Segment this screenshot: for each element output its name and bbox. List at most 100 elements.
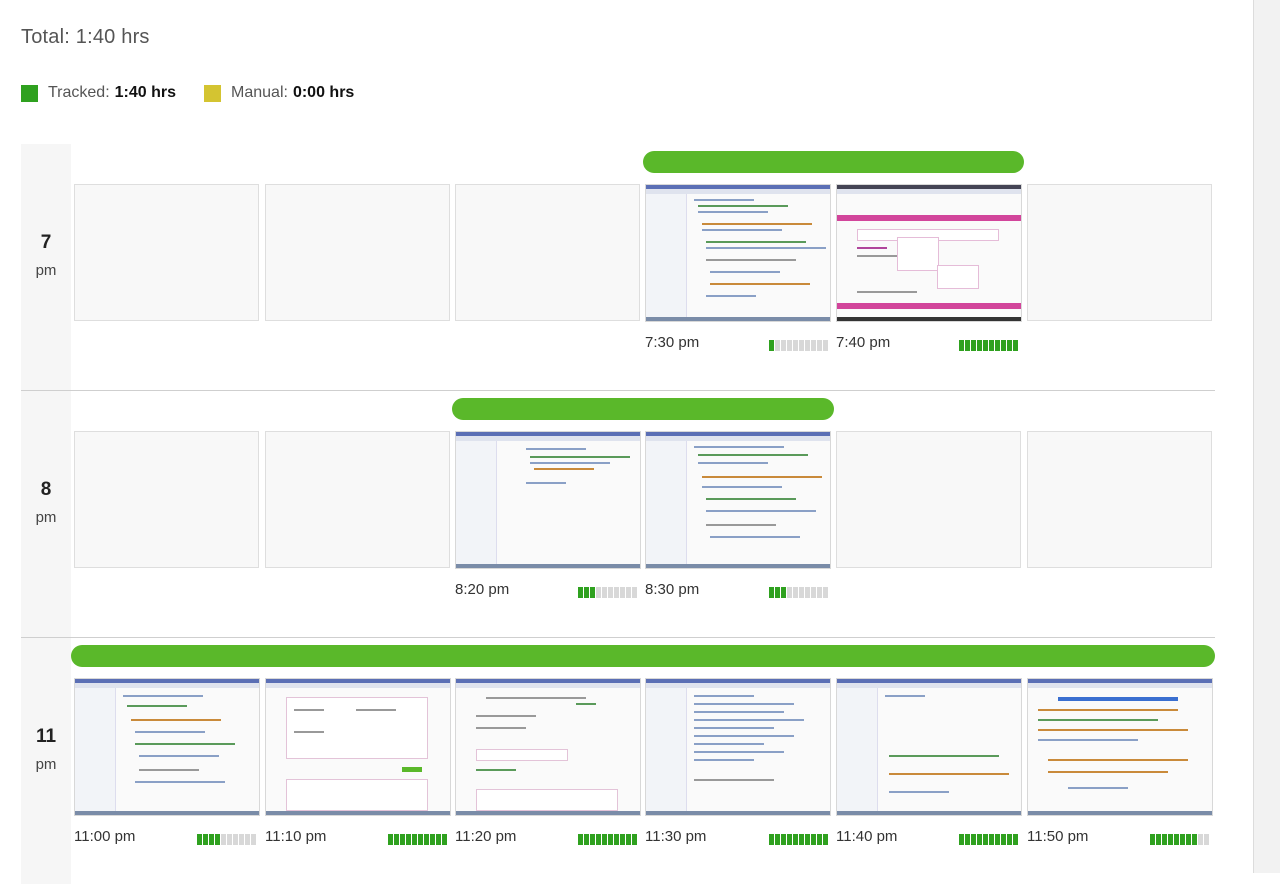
screenshot-thumbnail[interactable] bbox=[455, 678, 641, 816]
activity-segment bbox=[805, 587, 810, 598]
activity-meter bbox=[197, 834, 257, 845]
activity-segment bbox=[769, 834, 774, 845]
screenshot-time: 11:50 pm bbox=[1027, 828, 1089, 845]
screenshot-time: 11:40 pm bbox=[836, 828, 898, 845]
activity-segment bbox=[983, 340, 988, 351]
activity-segment bbox=[209, 834, 214, 845]
activity-segment bbox=[989, 834, 994, 845]
screenshot-thumbnail[interactable] bbox=[836, 184, 1022, 322]
screenshot-thumbnail[interactable] bbox=[74, 678, 260, 816]
activity-segment bbox=[233, 834, 238, 845]
activity-segment bbox=[626, 587, 631, 598]
legend-tracked: Tracked: 1:40 hrs bbox=[21, 84, 176, 102]
activity-segment bbox=[1168, 834, 1173, 845]
empty-slot bbox=[1027, 184, 1212, 321]
activity-segment bbox=[221, 834, 226, 845]
hour-number: 7 bbox=[40, 232, 52, 253]
activity-segment bbox=[215, 834, 220, 845]
activity-segment bbox=[590, 834, 595, 845]
total-hours: Total: 1:40 hrs bbox=[21, 26, 150, 48]
activity-meter bbox=[578, 834, 638, 845]
activity-segment bbox=[817, 340, 822, 351]
screenshot-thumbnail[interactable] bbox=[1027, 678, 1213, 816]
screenshot-time: 7:40 pm bbox=[836, 334, 891, 351]
activity-segment bbox=[1162, 834, 1167, 845]
activity-segment bbox=[1007, 340, 1012, 351]
activity-segment bbox=[1007, 834, 1012, 845]
empty-slot bbox=[265, 184, 450, 321]
activity-segment bbox=[977, 834, 982, 845]
hour-label: 11 pm bbox=[21, 638, 71, 884]
activity-segment bbox=[1186, 834, 1191, 845]
legend: Tracked: 1:40 hrs Manual: 0:00 hrs bbox=[21, 83, 382, 103]
activity-segment bbox=[620, 587, 625, 598]
activity-segment bbox=[769, 587, 774, 598]
activity-segment bbox=[388, 834, 393, 845]
screenshot-time: 11:30 pm bbox=[645, 828, 707, 845]
activity-segment bbox=[436, 834, 441, 845]
activity-segment bbox=[1001, 834, 1006, 845]
empty-slot bbox=[836, 431, 1021, 568]
activity-segment bbox=[1198, 834, 1203, 845]
hour-label: 8 pm bbox=[21, 391, 71, 637]
activity-segment bbox=[614, 587, 619, 598]
activity-segment bbox=[418, 834, 423, 845]
activity-segment bbox=[769, 340, 774, 351]
activity-segment bbox=[197, 834, 202, 845]
screenshot-thumbnail[interactable] bbox=[265, 678, 451, 816]
empty-slot bbox=[1027, 431, 1212, 568]
activity-segment bbox=[787, 340, 792, 351]
activity-segment bbox=[799, 340, 804, 351]
hour-ampm: pm bbox=[35, 756, 57, 773]
activity-segment bbox=[965, 834, 970, 845]
activity-meter bbox=[769, 587, 829, 598]
activity-meter bbox=[769, 834, 829, 845]
screenshot-time: 11:20 pm bbox=[455, 828, 517, 845]
activity-segment bbox=[578, 587, 583, 598]
activity-segment bbox=[781, 340, 786, 351]
activity-segment bbox=[239, 834, 244, 845]
activity-segment bbox=[251, 834, 256, 845]
activity-segment bbox=[394, 834, 399, 845]
activity-segment bbox=[442, 834, 447, 845]
screenshot-thumbnail[interactable] bbox=[645, 678, 831, 816]
hour-number: 11 bbox=[35, 726, 57, 747]
right-side-panel bbox=[1253, 0, 1280, 873]
activity-segment bbox=[1150, 834, 1155, 845]
activity-meter bbox=[959, 340, 1019, 351]
tracked-time-bar[interactable] bbox=[71, 645, 1215, 667]
activity-segment bbox=[608, 587, 613, 598]
activity-segment bbox=[602, 587, 607, 598]
screenshot-thumbnail[interactable] bbox=[836, 678, 1022, 816]
activity-segment bbox=[1174, 834, 1179, 845]
activity-segment bbox=[805, 340, 810, 351]
activity-segment bbox=[578, 834, 583, 845]
tracked-time-bar[interactable] bbox=[452, 398, 834, 420]
screenshot-thumbnail[interactable] bbox=[455, 431, 641, 569]
tracked-label: Tracked: bbox=[48, 84, 110, 101]
activity-segment bbox=[793, 587, 798, 598]
tracked-swatch bbox=[21, 84, 38, 102]
activity-segment bbox=[1192, 834, 1197, 845]
activity-meter bbox=[959, 834, 1019, 845]
activity-segment bbox=[805, 834, 810, 845]
screenshot-thumbnail[interactable] bbox=[645, 431, 831, 569]
activity-segment bbox=[400, 834, 405, 845]
activity-segment bbox=[793, 834, 798, 845]
activity-segment bbox=[823, 587, 828, 598]
tracked-time-bar[interactable] bbox=[643, 151, 1024, 173]
empty-slot bbox=[265, 431, 450, 568]
hour-ampm: pm bbox=[35, 509, 57, 526]
activity-segment bbox=[787, 587, 792, 598]
activity-segment bbox=[227, 834, 232, 845]
screenshot-thumbnail[interactable] bbox=[645, 184, 831, 322]
activity-segment bbox=[781, 587, 786, 598]
activity-segment bbox=[203, 834, 208, 845]
activity-segment bbox=[965, 340, 970, 351]
activity-segment bbox=[971, 834, 976, 845]
activity-segment bbox=[590, 587, 595, 598]
hour-row-8pm: 8 pm 8:20 pm 8:30 pm bbox=[21, 391, 1215, 638]
manual-swatch bbox=[204, 84, 222, 102]
activity-segment bbox=[584, 587, 589, 598]
activity-segment bbox=[412, 834, 417, 845]
